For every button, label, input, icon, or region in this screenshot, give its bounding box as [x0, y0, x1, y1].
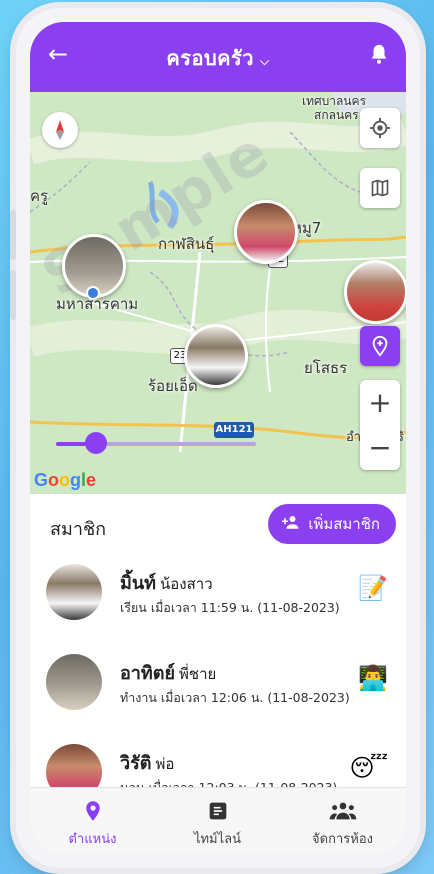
tab-label: ไทม์ไลน์: [193, 832, 242, 847]
member-relation: พ่อ: [155, 755, 175, 773]
tab-manage-room[interactable]: จัดการห้อง: [280, 788, 405, 854]
compass-icon[interactable]: [42, 112, 78, 148]
memo-icon: 📝: [358, 574, 388, 602]
member-status: ทำงาน เมื่อเวลา 12:06 น. (11-08-2023): [120, 690, 350, 705]
add-person-icon: [282, 515, 300, 533]
phone-frame: ← ครอบครัว ⌵ Sample ครู กาฬสินธุ์ หมู7 ม…: [16, 8, 420, 868]
add-member-label: เพิ่มสมาชิก: [308, 515, 380, 533]
member-status: เรียน เมื่อเวลา 11:59 น. (11-08-2023): [120, 600, 340, 615]
member-name: วิรัติ พ่อ: [120, 753, 175, 774]
map-label: ครู: [30, 187, 49, 205]
timeline-icon: [155, 798, 280, 824]
app-screen: ← ครอบครัว ⌵ Sample ครู กาฬสินธุ์ หมู7 ม…: [30, 22, 406, 854]
member-pin-mint[interactable]: [184, 324, 248, 388]
zoom-controls: + −: [360, 380, 400, 470]
member-name: มิ้นท์ น้องสาว: [120, 573, 213, 594]
member-relation: น้องสาว: [160, 575, 213, 593]
avatar: [46, 564, 102, 620]
member-row[interactable]: อาทิตย์ พี่ชาย ทำงาน เมื่อเวลา 12:06 น. (…: [30, 644, 406, 736]
map-label: ยโสธร: [304, 359, 348, 377]
location-pin-icon: [30, 798, 155, 824]
family-map[interactable]: Sample ครู กาฬสินธุ์ หมู7 มหาสารคาม ร้อย…: [30, 92, 406, 494]
zoom-in-button[interactable]: +: [360, 380, 400, 425]
my-location-button[interactable]: [360, 108, 400, 148]
member-pin-wirat[interactable]: [234, 200, 298, 264]
add-place-button[interactable]: [360, 326, 400, 366]
members-header: สมาชิก เพิ่มสมาชิก: [30, 494, 406, 554]
page-title: ครอบครัว: [166, 46, 255, 70]
tab-location[interactable]: ตำแหน่ง: [30, 788, 155, 854]
chevron-down-icon: ⌵: [260, 54, 270, 68]
member-name: อาทิตย์ พี่ชาย: [120, 663, 217, 684]
tab-label: จัดการห้อง: [312, 832, 373, 847]
bell-icon[interactable]: [368, 42, 390, 66]
location-dot: [86, 286, 100, 300]
sleeping-face-icon: 😴: [349, 754, 389, 782]
member-row[interactable]: มิ้นท์ น้องสาว เรียน เมื่อเวลา 11:59 น. (…: [30, 554, 406, 646]
slider-knob[interactable]: [85, 432, 107, 454]
zoom-out-button[interactable]: −: [360, 425, 400, 470]
google-logo: Google: [34, 470, 97, 490]
tab-timeline[interactable]: ไทม์ไลน์: [155, 788, 280, 854]
map-label: ร้อยเอ็ด: [148, 377, 198, 395]
add-member-button[interactable]: เพิ่มสมาชิก: [268, 504, 396, 544]
group-icon: [280, 798, 405, 824]
map-label: กาฬสินธุ์: [158, 235, 215, 253]
technologist-icon: 👨‍💻: [358, 664, 388, 692]
app-header: ← ครอบครัว ⌵: [30, 22, 406, 92]
radius-slider[interactable]: [56, 432, 256, 454]
map-type-button[interactable]: [360, 168, 400, 208]
tab-label: ตำแหน่ง: [68, 832, 117, 847]
map-label: สกลนคร: [314, 108, 359, 122]
phone-side-button: [10, 270, 16, 320]
member-relation: พี่ชาย: [179, 665, 217, 683]
members-title: สมาชิก: [50, 519, 107, 540]
phone-side-button: [10, 210, 16, 260]
highway-marker: AH121: [214, 422, 254, 438]
member-pin-mother[interactable]: [344, 260, 406, 324]
avatar: [46, 654, 102, 710]
family-selector[interactable]: ครอบครัว ⌵: [30, 42, 406, 74]
bottom-tab-bar: ตำแหน่ง ไทม์ไลน์ จัดการห้อง: [30, 787, 406, 854]
